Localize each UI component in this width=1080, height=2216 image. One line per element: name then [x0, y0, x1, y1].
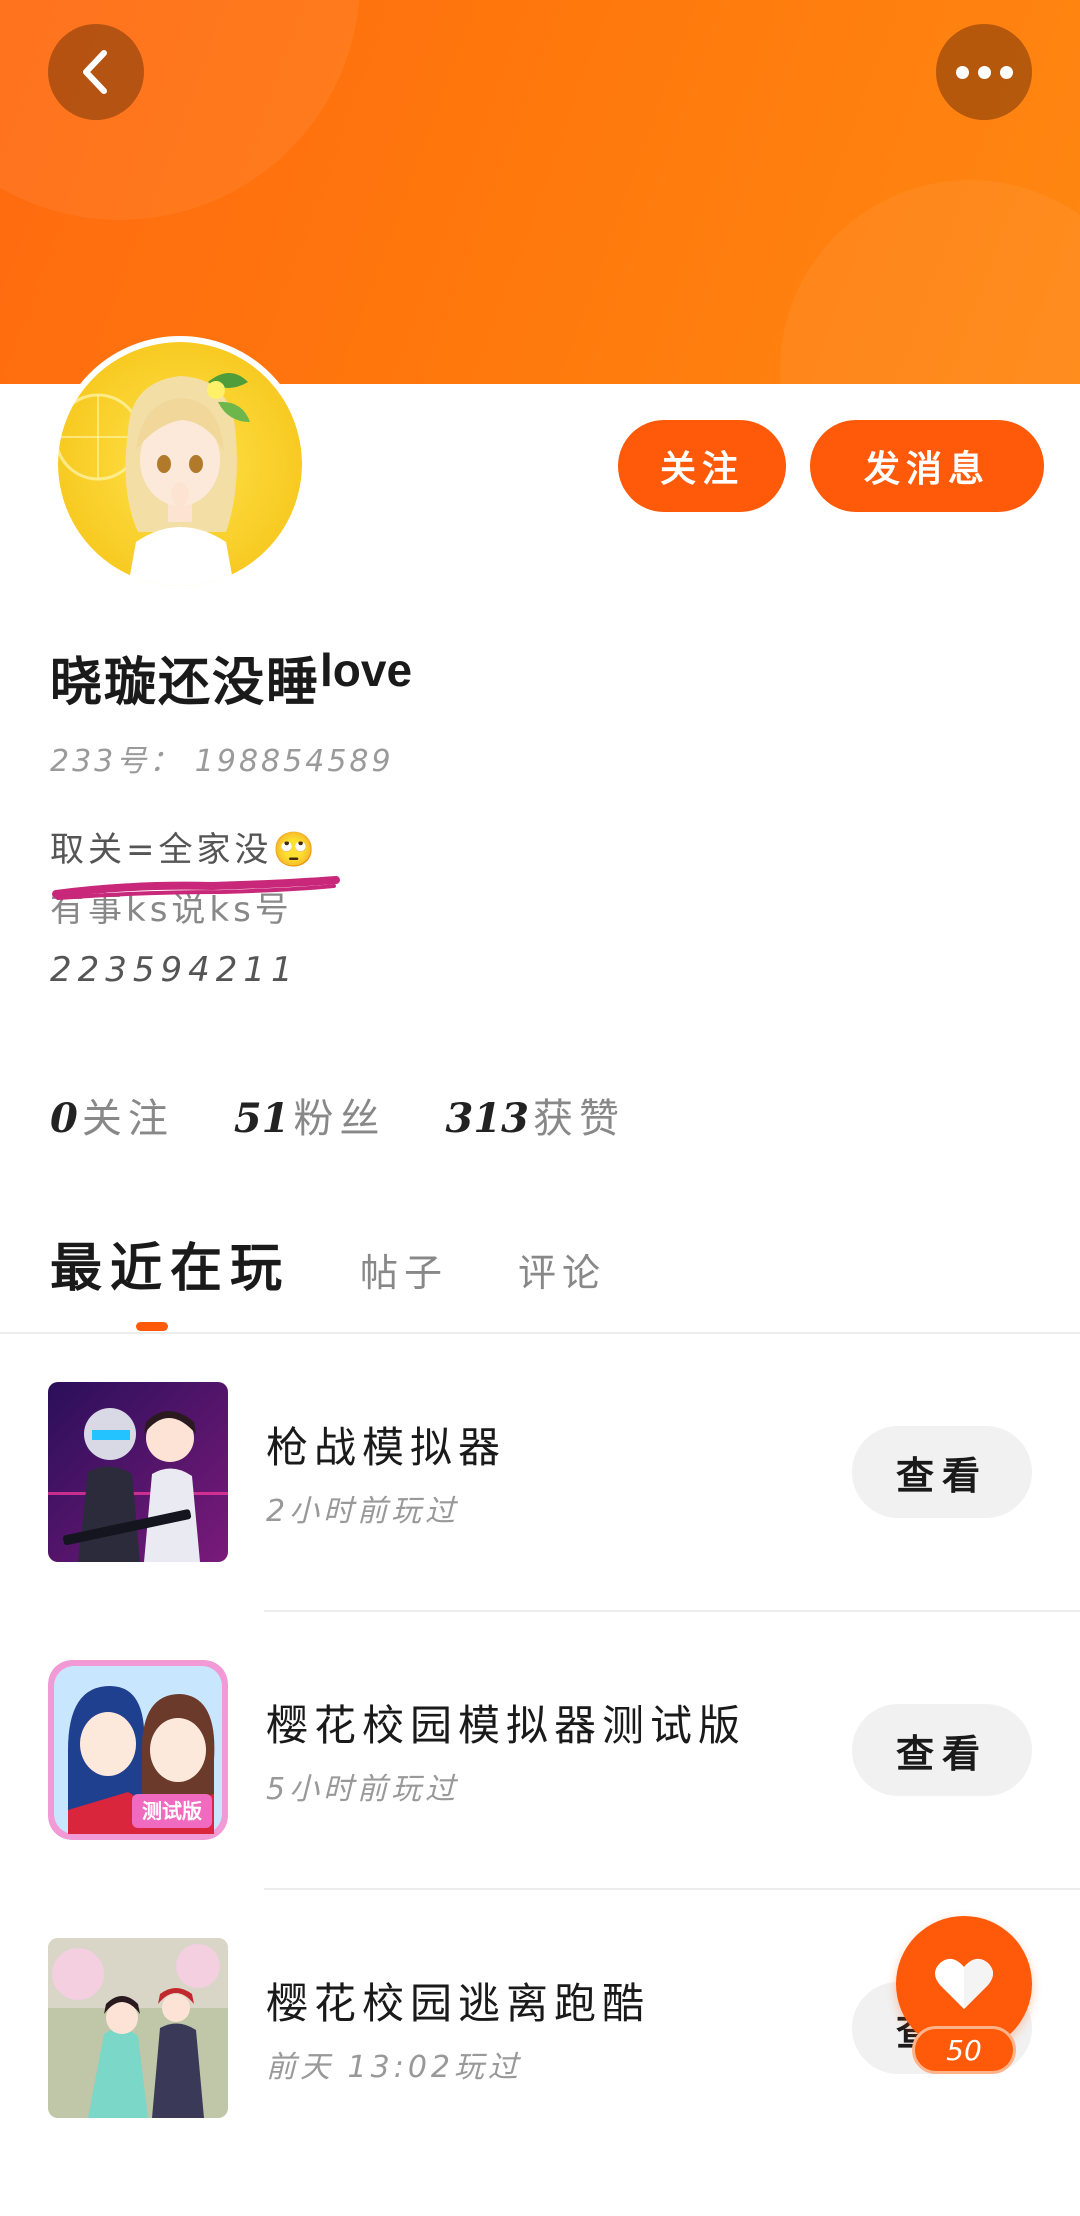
heart-icon	[935, 1958, 993, 2009]
played-time: 5小时前玩过	[266, 1772, 460, 1807]
like-count-badge: 50	[912, 2026, 1016, 2074]
follow-button[interactable]: 关注	[618, 420, 786, 512]
account-id: 233号： 198854589	[50, 744, 394, 779]
game-icon	[48, 1382, 228, 1562]
profile-banner	[0, 0, 1080, 384]
stat-label: 关注	[81, 1096, 174, 1142]
chevron-left-icon	[83, 50, 107, 94]
tab-recent-played[interactable]: 最近在玩	[50, 1226, 290, 1301]
game-name: 樱花校园逃离跑酷	[266, 1979, 651, 2028]
played-time: 2小时前玩过	[266, 1494, 460, 1529]
tab-posts[interactable]: 帖子	[360, 1242, 448, 1297]
game-name: 樱花校园模拟器测试版	[266, 1701, 747, 1750]
profile-tabs: 最近在玩 帖子 评论	[50, 1226, 606, 1301]
scribble-mark	[52, 876, 340, 900]
more-button[interactable]	[936, 24, 1032, 120]
stat-following[interactable]: 0 关注	[50, 1086, 174, 1144]
game-row[interactable]: 枪战模拟器 2小时前玩过 查看	[0, 1382, 1080, 1660]
game-icon: 测试版	[48, 1660, 228, 1840]
game-name: 枪战模拟器	[266, 1423, 507, 1472]
bio: 取关=全家没🙄 有事ks说ks号 223594211	[50, 820, 319, 1000]
stat-value: 0	[50, 1095, 78, 1142]
avatar[interactable]	[52, 336, 308, 592]
view-button[interactable]: 查看	[852, 1704, 1032, 1796]
nickname-text: 晓璇还没睡	[50, 652, 321, 713]
divider	[0, 1332, 1080, 1334]
more-dots-icon	[955, 65, 1013, 79]
tab-comments[interactable]: 评论	[518, 1242, 606, 1297]
stat-value: 51	[233, 1095, 290, 1142]
back-button[interactable]	[48, 24, 144, 120]
game-row[interactable]: 测试版 樱花校园模拟器测试版 5小时前玩过 查看	[0, 1660, 1080, 1938]
stat-fans[interactable]: 51 粉丝	[234, 1086, 386, 1144]
stat-label: 获赞	[533, 1096, 626, 1142]
bio-line: 223594211	[50, 950, 299, 990]
nickname: 晓璇还没睡love	[50, 640, 412, 715]
stats-bar: 0 关注 51 粉丝 313 获赞	[50, 1086, 625, 1144]
divider	[264, 1610, 1080, 1612]
stat-value: 313	[445, 1095, 530, 1142]
stat-likes[interactable]: 313 获赞	[446, 1086, 626, 1144]
nickname-suffix: love	[320, 644, 413, 696]
view-button[interactable]: 查看	[852, 1426, 1032, 1518]
avatar-image	[58, 342, 302, 586]
stat-label: 粉丝	[293, 1096, 386, 1142]
tab-indicator	[136, 1322, 168, 1331]
game-icon	[48, 1938, 228, 2118]
played-time: 前天 13:02玩过	[266, 2050, 522, 2085]
bio-line: 取关=全家没🙄	[50, 830, 319, 870]
svg-text:测试版: 测试版	[142, 1799, 202, 1823]
send-message-button[interactable]: 发消息	[810, 420, 1044, 512]
divider	[264, 1888, 1080, 1890]
